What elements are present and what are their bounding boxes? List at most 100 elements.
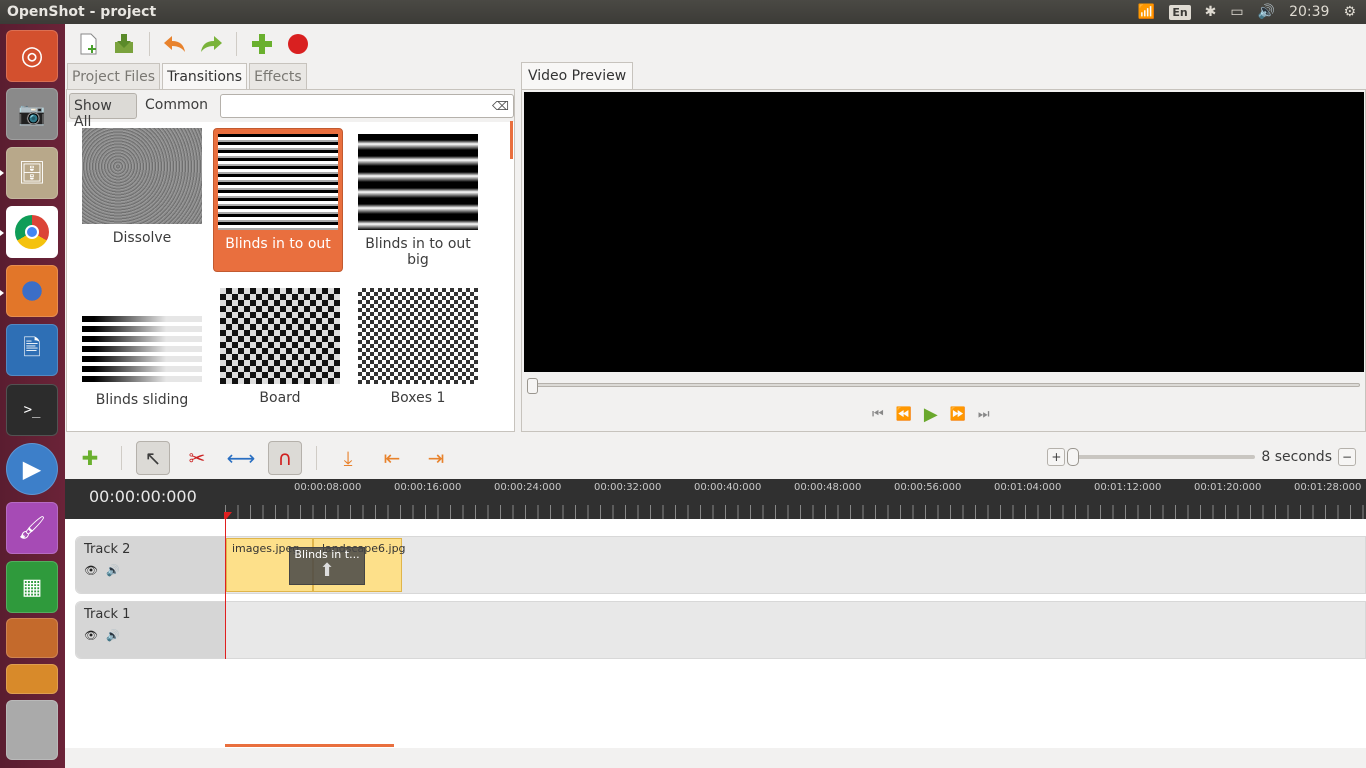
add-file-icon[interactable] xyxy=(247,29,277,59)
resize-tool-icon[interactable]: ⟷ xyxy=(224,441,258,475)
terminal-icon[interactable]: >_ xyxy=(6,384,58,436)
zoom-control: + 8 seconds − xyxy=(1047,448,1356,466)
play-icon[interactable]: ▶ xyxy=(924,404,938,425)
filter-bar: Show All Common ⌫ xyxy=(67,90,514,130)
files-icon[interactable]: 🗄 xyxy=(6,147,58,199)
previous-marker-icon[interactable]: ⇤ xyxy=(375,441,409,475)
clock[interactable]: 20:39 xyxy=(1289,4,1329,20)
ruler-tick-label: 00:00:24:000 xyxy=(494,482,562,493)
openshot-icon[interactable]: ▶ xyxy=(6,443,58,495)
chrome-icon[interactable] xyxy=(6,206,58,258)
tab-transitions[interactable]: Transitions xyxy=(162,63,248,90)
tab-video-preview[interactable]: Video Preview xyxy=(521,62,634,90)
volume-icon[interactable]: 🔊 xyxy=(1258,4,1275,20)
ruler-tick-label: 00:00:32:000 xyxy=(594,482,662,493)
add-marker-icon[interactable]: ⤓ xyxy=(331,441,365,475)
jump-start-icon[interactable]: ⏮ xyxy=(872,407,884,422)
playback-controls: ⏮ ⏪ ▶ ⏩ ⏭ xyxy=(872,404,990,425)
transition-label: Blinds sliding xyxy=(95,392,189,408)
jump-end-icon[interactable]: ⏭ xyxy=(978,407,990,422)
seek-slider[interactable] xyxy=(527,378,1360,394)
track-2[interactable]: Track 2 👁🔊 images.jpeg landscape6.jpg Bl… xyxy=(75,536,1366,594)
transition-dissolve[interactable]: Dissolve xyxy=(77,128,207,246)
fast-forward-icon[interactable]: ⏩ xyxy=(950,407,966,422)
speaker-icon[interactable]: 🔊 xyxy=(106,564,120,577)
transition-blinds-sliding[interactable]: Blinds sliding xyxy=(77,316,207,408)
save-project-icon[interactable] xyxy=(109,29,139,59)
blinds-big-thumbnail xyxy=(358,134,478,230)
camera-icon[interactable]: 📷 xyxy=(6,88,58,140)
transition-label: Blinds in to out big xyxy=(365,236,471,268)
board-thumbnail xyxy=(220,288,340,384)
search-input[interactable]: ⌫ xyxy=(220,94,514,118)
video-screen xyxy=(524,92,1364,372)
transition-clip[interactable]: Blinds in t... ⬆ xyxy=(289,547,365,585)
transition-blinds-in-to-out[interactable]: Blinds in to out xyxy=(213,128,343,272)
ruler-ticks xyxy=(225,505,1366,519)
track-name: Track 2 xyxy=(84,542,131,557)
bluetooth-icon[interactable]: ✱ xyxy=(1205,4,1217,20)
firefox-icon[interactable] xyxy=(6,265,58,317)
seek-handle[interactable] xyxy=(527,378,538,394)
writer-icon[interactable]: 🖹 xyxy=(6,324,58,376)
new-project-icon[interactable] xyxy=(73,29,103,59)
paint-icon[interactable]: 🖌 xyxy=(6,502,58,554)
launcher: ◎ 📷 🗄 🖹 >_ ▶ 🖌 ▦ xyxy=(0,24,65,768)
show-all-button[interactable]: Show All xyxy=(69,93,137,130)
ruler-tick-label: 00:01:12:000 xyxy=(1094,482,1162,493)
select-tool-icon[interactable]: ↖ xyxy=(136,441,170,475)
zoom-slider[interactable] xyxy=(1067,448,1256,466)
zoom-label: 8 seconds xyxy=(1261,449,1332,465)
speaker-icon[interactable]: 🔊 xyxy=(106,629,120,642)
battery-icon[interactable]: ▭ xyxy=(1230,4,1243,20)
track-header: Track 2 👁 🔊 xyxy=(76,537,226,593)
transition-boxes-1[interactable]: Boxes 1 xyxy=(353,288,483,406)
ruler-tick-label: 00:01:28:000 xyxy=(1294,482,1362,493)
impress-icon[interactable] xyxy=(6,618,58,658)
zoom-in-button[interactable]: + xyxy=(1047,448,1066,466)
razor-tool-icon[interactable]: ✂ xyxy=(180,441,214,475)
ruler-tick-label: 00:01:04:000 xyxy=(994,482,1062,493)
tab-project-files[interactable]: Project Files xyxy=(67,63,161,90)
eye-icon[interactable]: 👁 xyxy=(84,564,98,577)
track-1[interactable]: Track 1 👁 🔊 xyxy=(75,601,1366,659)
undo-icon[interactable] xyxy=(160,29,190,59)
transition-blinds-in-to-out-big[interactable]: Blinds in to out big xyxy=(353,134,483,268)
clear-search-icon[interactable]: ⌫ xyxy=(492,99,509,113)
calc-icon[interactable]: ▦ xyxy=(6,561,58,613)
ruler-tick-label: 00:00:16:000 xyxy=(394,482,462,493)
ubuntu-dash-icon[interactable]: ◎ xyxy=(6,30,58,82)
timeline-ruler[interactable]: 00:00:00:000 00:00:08:000 00:00:16:000 0… xyxy=(65,479,1366,519)
bottom-bar xyxy=(65,748,1366,768)
common-button[interactable]: Common xyxy=(141,93,212,119)
gear-icon[interactable]: ⚙ xyxy=(1343,4,1356,20)
ruler-tick-label: 00:00:40:000 xyxy=(694,482,762,493)
project-tabs: Project Files Transitions Effects xyxy=(67,63,309,90)
eye-icon[interactable]: 👁 xyxy=(84,629,98,642)
transition-label: Dissolve xyxy=(112,230,172,246)
tab-effects[interactable]: Effects xyxy=(249,63,307,90)
timeline-tracks: Track 2 👁🔊 images.jpeg landscape6.jpg Bl… xyxy=(65,519,1366,748)
timecode: 00:00:00:000 xyxy=(89,487,197,506)
track-name: Track 1 xyxy=(84,607,131,622)
add-track-icon[interactable]: ✚ xyxy=(73,441,107,475)
blinds-thumbnail xyxy=(218,134,338,230)
zoom-out-button[interactable]: − xyxy=(1338,448,1356,466)
playhead-line xyxy=(225,519,226,659)
record-icon[interactable] xyxy=(283,29,313,59)
software-center-icon[interactable] xyxy=(6,664,58,694)
blinds-sliding-thumbnail xyxy=(82,316,202,384)
keyboard-indicator[interactable]: En xyxy=(1169,4,1191,20)
snapping-icon[interactable]: ∩ xyxy=(268,441,302,475)
redo-icon[interactable] xyxy=(196,29,226,59)
transition-board[interactable]: Board xyxy=(215,288,345,406)
grid-scrollbar[interactable] xyxy=(510,121,513,159)
next-marker-icon[interactable]: ⇥ xyxy=(419,441,453,475)
rewind-icon[interactable]: ⏪ xyxy=(896,407,912,422)
boxes-thumbnail xyxy=(358,288,478,384)
trash-icon[interactable] xyxy=(6,700,58,760)
wifi-icon[interactable]: 📶 xyxy=(1138,4,1155,20)
video-preview-panel: ⏮ ⏪ ▶ ⏩ ⏭ xyxy=(521,89,1366,432)
zoom-handle[interactable] xyxy=(1067,448,1080,466)
timeline-scrollbar[interactable] xyxy=(225,744,394,747)
